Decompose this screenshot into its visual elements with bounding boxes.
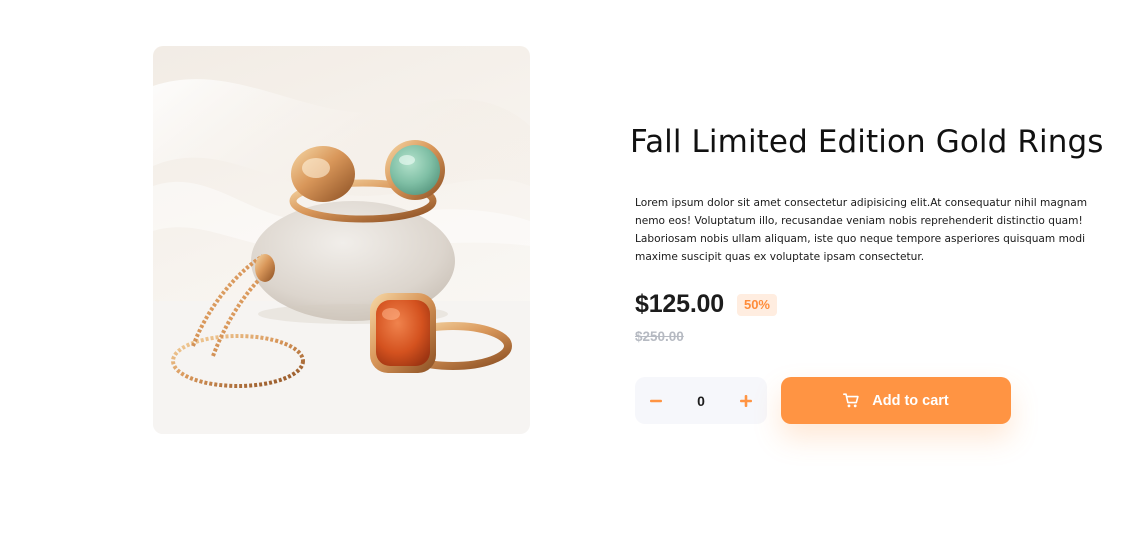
- rings-illustration: [153, 79, 530, 434]
- discount-badge: 50%: [736, 293, 777, 316]
- plus-icon: [739, 394, 752, 407]
- product-page: Fall Limited Edition Gold Rings Lorem ip…: [0, 0, 1133, 560]
- decrease-quantity-button[interactable]: [645, 390, 667, 412]
- quantity-value[interactable]: 0: [697, 393, 705, 409]
- minus-icon: [650, 399, 662, 402]
- price-row: $125.00 50%: [635, 290, 777, 319]
- add-to-cart-button[interactable]: Add to cart: [781, 377, 1011, 424]
- product-title: Fall Limited Edition Gold Rings: [630, 124, 1104, 160]
- increase-quantity-button[interactable]: [735, 390, 757, 412]
- quantity-stepper: 0: [635, 377, 767, 424]
- cart-icon: [843, 393, 859, 408]
- product-description: Lorem ipsum dolor sit amet consectetur a…: [635, 197, 1088, 263]
- add-to-cart-label: Add to cart: [872, 392, 949, 409]
- current-price: $125.00: [635, 290, 724, 318]
- product-image: [153, 46, 530, 434]
- original-price: $250.00: [635, 329, 684, 344]
